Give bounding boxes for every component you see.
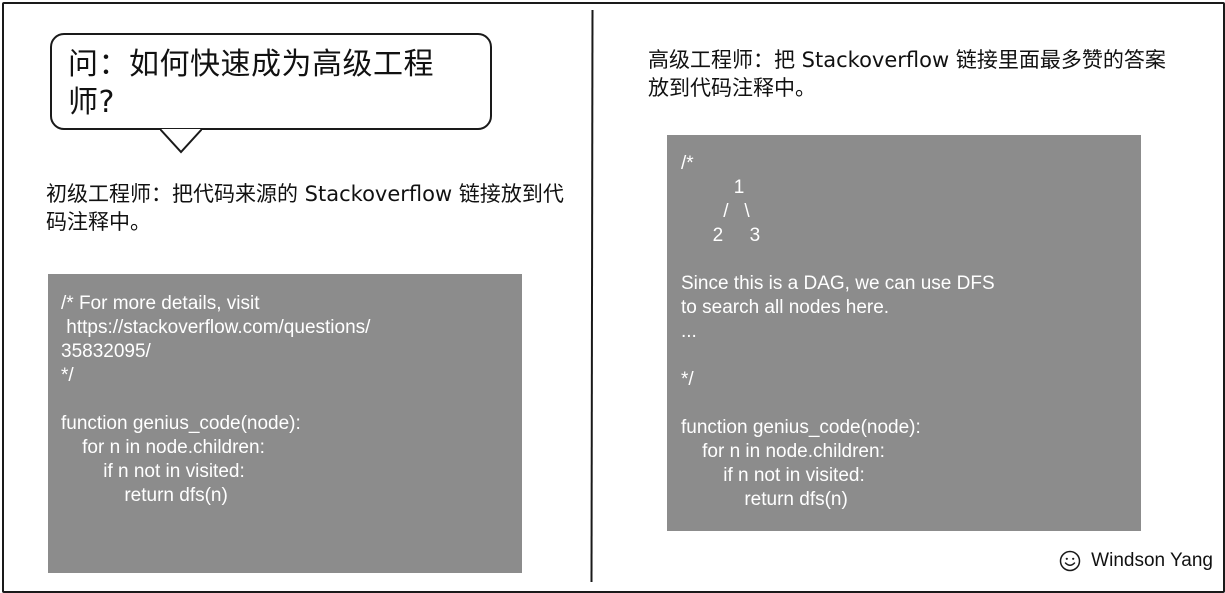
code-line: 35832095/: [61, 341, 151, 362]
code-line: for n in node.children:: [61, 437, 265, 458]
code-line: */: [61, 365, 74, 386]
code-line: 1: [681, 177, 745, 198]
question-text: 问：如何快速成为高级工程师?: [68, 47, 434, 120]
code-line: return dfs(n): [61, 485, 228, 506]
junior-engineer-caption: 初级工程师：把代码来源的 Stackoverflow 链接放到代码注释中。: [46, 182, 564, 234]
code-line: for n in node.children:: [681, 441, 885, 462]
author-name: Windson Yang: [1091, 550, 1213, 571]
author-signature: Windson Yang: [1059, 550, 1213, 572]
code-line: ...: [681, 321, 697, 342]
senior-code-block: /* 1 / \ 2 3 Since this is a DAG, we can…: [667, 135, 1141, 531]
code-line: /* For more details, visit: [61, 293, 260, 314]
code-line: */: [681, 369, 694, 390]
code-line: / \: [681, 201, 750, 222]
senior-engineer-caption: 高级工程师：把 Stackoverflow 链接里面最多赞的答案放到代码注释中。: [648, 48, 1166, 100]
code-line: https://stackoverflow.com/questions/: [61, 317, 371, 338]
code-line: /*: [681, 153, 694, 174]
code-line: return dfs(n): [681, 489, 848, 510]
code-line: if n not in visited:: [681, 465, 865, 486]
code-line: function genius_code(node):: [61, 413, 301, 434]
speech-bubble-tail: [160, 128, 202, 154]
code-line: to search all nodes here.: [681, 297, 890, 318]
code-line: if n not in visited:: [61, 461, 245, 482]
code-line: 2 3: [681, 225, 761, 246]
smiley-icon: [1059, 550, 1081, 572]
code-line: Since this is a DAG, we can use DFS: [681, 273, 995, 294]
junior-code-block: /* For more details, visit https://stack…: [48, 274, 522, 573]
code-line: function genius_code(node):: [681, 417, 921, 438]
